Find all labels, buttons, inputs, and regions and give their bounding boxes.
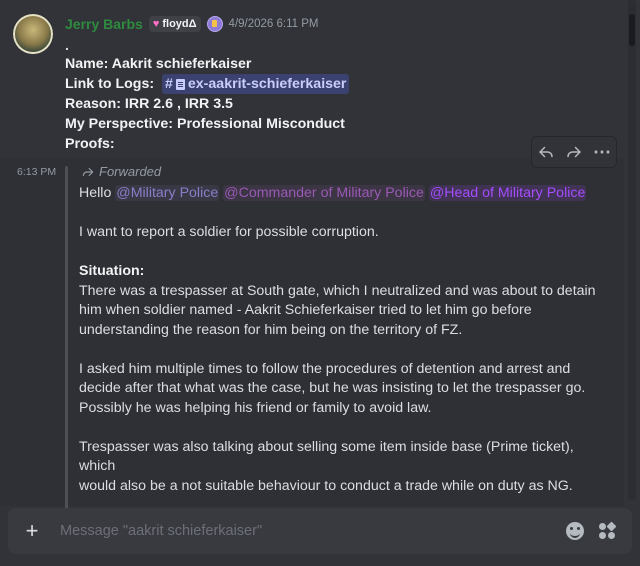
link-label: Link to Logs:	[65, 76, 155, 92]
message-header: Jerry Barbs ♥ floydΔ 4/9/2026 6:11 PM	[65, 14, 318, 34]
forward-quote-bar	[65, 166, 68, 511]
perspective-line: My Perspective: Professional Misconduct	[65, 116, 345, 132]
scrollbar-thumb[interactable]	[629, 14, 635, 46]
message-body: . Name: Aakrit schieferkaiser Link to Lo…	[65, 36, 605, 154]
mention-commander[interactable]: @Commander of Military Police	[223, 185, 425, 201]
intro-text: I want to report a soldier for possible …	[79, 224, 379, 240]
para1-line3: understanding the reason for him being o…	[79, 321, 463, 338]
para3-line2: would also be a not suitable behaviour t…	[79, 477, 573, 494]
greeting: Hello	[79, 185, 112, 201]
message-hover-toolbar: ⋯	[531, 136, 617, 168]
channel-mention[interactable]: # ex-aakrit-schieferkaiser	[162, 74, 350, 94]
situation-heading: Situation:	[79, 263, 145, 279]
more-icon: ⋯	[593, 141, 611, 162]
dot-text: .	[65, 38, 69, 54]
para3-line1: Trespasser was also talking about sellin…	[79, 438, 574, 475]
message-original: Jerry Barbs ♥ floydΔ 4/9/2026 6:11 PM . …	[0, 0, 624, 158]
forwarded-text: Forwarded	[99, 164, 162, 179]
plus-icon: +	[25, 518, 39, 543]
para2-line2: decide after that what was the case, but…	[79, 380, 586, 396]
reason-line: Reason: IRR 2.6 , IRR 3.5	[65, 96, 233, 112]
mention-head[interactable]: @Head of Military Police	[428, 185, 587, 201]
forward-icon	[567, 146, 581, 158]
clan-tag[interactable]: ♥ floydΔ	[148, 16, 201, 32]
timestamp[interactable]: 4/9/2026 6:11 PM	[229, 18, 319, 30]
heart-icon: ♥	[152, 18, 160, 30]
forward-arrow-icon	[82, 167, 94, 176]
reply-button[interactable]	[534, 140, 558, 164]
forwarded-content: Hello @Military Police @Commander of Mil…	[79, 184, 604, 535]
role-badge-icon[interactable]	[206, 16, 223, 32]
para2-line3: Possibly he was helping his friend or fa…	[79, 399, 432, 416]
message-input[interactable]	[56, 516, 566, 546]
emoji-button[interactable]	[566, 522, 584, 540]
greeting-line: Hello @Military Police @Commander of Mil…	[79, 184, 604, 204]
reply-icon	[539, 146, 553, 158]
forwarded-label: Forwarded	[81, 164, 161, 179]
username[interactable]: Jerry Barbs	[65, 16, 143, 32]
para1-line1: There was a trespasser at South gate, wh…	[79, 282, 596, 299]
message-time[interactable]: 6:13 PM	[17, 166, 56, 178]
channel-mention-label: ex-aakrit-schieferkaiser	[187, 76, 347, 92]
message-forwarded: 6:13 PM Forwarded Hello @Military Police…	[0, 158, 624, 533]
document-icon	[175, 78, 185, 90]
more-button[interactable]: ⋯	[590, 140, 614, 164]
add-attachment-button[interactable]: +	[8, 508, 56, 554]
link-line: Link to Logs: # ex-aakrit-schieferkaiser	[65, 74, 605, 94]
forward-button[interactable]	[562, 140, 586, 164]
hash-icon: #	[165, 76, 173, 92]
para2-line1: I asked him multiple times to follow the…	[79, 360, 571, 377]
para1-line2: him when soldier named - Aakrit Schiefer…	[79, 302, 532, 318]
apps-button[interactable]	[598, 521, 617, 540]
scrollbar-track[interactable]	[628, 0, 636, 500]
proofs-line: Proofs:	[65, 136, 115, 152]
name-line: Name: Aakrit schieferkaiser	[65, 56, 252, 72]
message-composer: +	[8, 508, 632, 554]
composer-actions	[566, 521, 632, 540]
clan-tag-label: floydΔ	[162, 18, 197, 30]
mention-military-police[interactable]: @Military Police	[115, 185, 220, 201]
avatar[interactable]	[13, 14, 53, 54]
